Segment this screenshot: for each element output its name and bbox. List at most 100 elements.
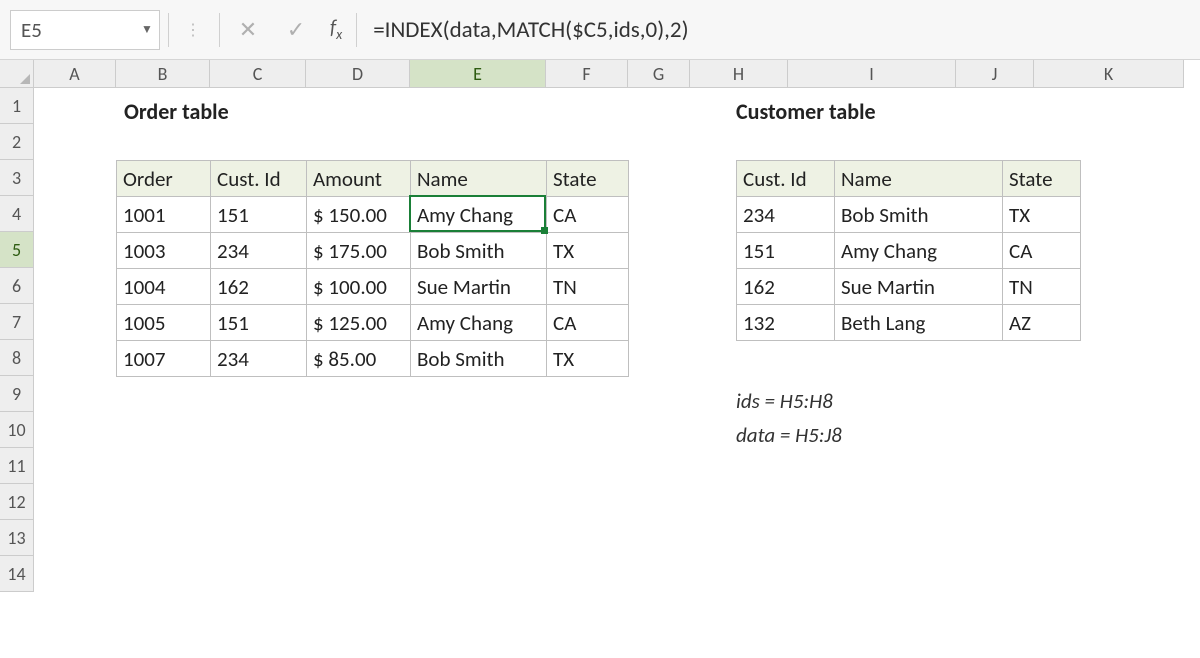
col-header-D[interactable]: D — [306, 60, 410, 88]
cust-header-name[interactable]: Name — [835, 161, 1003, 197]
cust-cell-custid[interactable]: 234 — [737, 197, 835, 233]
order-cell-custid[interactable]: 234 — [211, 341, 307, 377]
order-row[interactable]: 1007234$ 85.00Bob SmithTX — [117, 341, 629, 377]
order-cell-state[interactable]: CA — [547, 197, 629, 233]
note-data: data = H5:J8 — [736, 418, 842, 452]
note-ids: ids = H5:H8 — [736, 384, 842, 418]
divider — [356, 13, 357, 47]
col-header-H[interactable]: H — [690, 60, 788, 88]
customer-table: Cust. Id Name State 234Bob SmithTX151Amy… — [736, 160, 1081, 341]
order-cell-order[interactable]: 1001 — [117, 197, 211, 233]
order-cell-name[interactable]: Bob Smith — [411, 233, 547, 269]
row-header-10[interactable]: 10 — [0, 412, 34, 448]
expand-dots-icon[interactable]: ⋮ — [177, 20, 211, 40]
order-cell-order[interactable]: 1004 — [117, 269, 211, 305]
fx-icon[interactable]: fx — [324, 16, 348, 43]
order-cell-state[interactable]: CA — [547, 305, 629, 341]
col-header-B[interactable]: B — [116, 60, 210, 88]
col-header-A[interactable]: A — [34, 60, 116, 88]
name-box-value: E5 — [11, 17, 135, 43]
order-cell-amount[interactable]: $ 85.00 — [307, 341, 411, 377]
order-cell-amount[interactable]: $ 175.00 — [307, 233, 411, 269]
row-header-13[interactable]: 13 — [0, 520, 34, 556]
col-header-C[interactable]: C — [210, 60, 306, 88]
row-headers: 1234567891011121314 — [0, 88, 34, 658]
cust-row[interactable]: 162Sue MartinTN — [737, 269, 1081, 305]
order-row[interactable]: 1003234$ 175.00Bob SmithTX — [117, 233, 629, 269]
order-header-amount[interactable]: Amount — [307, 161, 411, 197]
enter-check-icon[interactable]: ✓ — [276, 16, 316, 43]
worksheet[interactable]: Order table Customer table Order Cust. I… — [34, 88, 1200, 630]
order-header-custid[interactable]: Cust. Id — [211, 161, 307, 197]
cust-header-state[interactable]: State — [1003, 161, 1081, 197]
col-header-K[interactable]: K — [1034, 60, 1184, 88]
order-cell-name[interactable]: Bob Smith — [411, 341, 547, 377]
row-header-6[interactable]: 6 — [0, 268, 34, 304]
row-header-2[interactable]: 2 — [0, 124, 34, 160]
name-box[interactable]: E5 ▼ — [10, 10, 160, 50]
order-cell-custid[interactable]: 151 — [211, 197, 307, 233]
order-header-name[interactable]: Name — [411, 161, 547, 197]
row-header-7[interactable]: 7 — [0, 304, 34, 340]
cust-row[interactable]: 151Amy ChangCA — [737, 233, 1081, 269]
row-header-5[interactable]: 5 — [0, 232, 34, 268]
order-cell-order[interactable]: 1007 — [117, 341, 211, 377]
col-header-G[interactable]: G — [628, 60, 690, 88]
order-cell-state[interactable]: TN — [547, 269, 629, 305]
order-cell-custid[interactable]: 234 — [211, 233, 307, 269]
order-cell-state[interactable]: TX — [547, 233, 629, 269]
order-cell-amount[interactable]: $ 150.00 — [307, 197, 411, 233]
order-cell-name[interactable]: Amy Chang — [411, 305, 547, 341]
cust-cell-custid[interactable]: 132 — [737, 305, 835, 341]
row-header-4[interactable]: 4 — [0, 196, 34, 232]
row-header-3[interactable]: 3 — [0, 160, 34, 196]
cust-cell-name[interactable]: Sue Martin — [835, 269, 1003, 305]
cust-row[interactable]: 132Beth LangAZ — [737, 305, 1081, 341]
select-all-corner[interactable] — [0, 60, 34, 88]
order-row[interactable]: 1001151$ 150.00Amy ChangCA — [117, 197, 629, 233]
order-row[interactable]: 1005151$ 125.00Amy ChangCA — [117, 305, 629, 341]
order-row[interactable]: 1004162$ 100.00Sue MartinTN — [117, 269, 629, 305]
formula-input[interactable]: =INDEX(data,MATCH($C5,ids,0),2) — [365, 16, 1190, 44]
cust-cell-custid[interactable]: 151 — [737, 233, 835, 269]
order-cell-custid[interactable]: 162 — [211, 269, 307, 305]
cust-cell-state[interactable]: TX — [1003, 197, 1081, 233]
order-cell-name[interactable]: Sue Martin — [411, 269, 547, 305]
order-table-title: Order table — [124, 98, 229, 125]
order-cell-amount[interactable]: $ 125.00 — [307, 305, 411, 341]
divider — [168, 13, 169, 47]
row-header-14[interactable]: 14 — [0, 556, 34, 592]
cust-cell-name[interactable]: Bob Smith — [835, 197, 1003, 233]
row-header-8[interactable]: 8 — [0, 340, 34, 376]
chevron-down-icon[interactable]: ▼ — [135, 22, 159, 37]
cancel-icon[interactable]: ✕ — [228, 16, 268, 43]
order-cell-state[interactable]: TX — [547, 341, 629, 377]
cust-cell-name[interactable]: Beth Lang — [835, 305, 1003, 341]
cust-header-custid[interactable]: Cust. Id — [737, 161, 835, 197]
col-header-J[interactable]: J — [956, 60, 1034, 88]
cust-row[interactable]: 234Bob SmithTX — [737, 197, 1081, 233]
customer-table-title: Customer table — [736, 98, 876, 125]
row-header-1[interactable]: 1 — [0, 88, 34, 124]
cust-cell-state[interactable]: CA — [1003, 233, 1081, 269]
order-cell-name[interactable]: Amy Chang — [411, 197, 547, 233]
formula-bar: E5 ▼ ⋮ ✕ ✓ fx =INDEX(data,MATCH($C5,ids,… — [0, 0, 1200, 60]
cust-cell-custid[interactable]: 162 — [737, 269, 835, 305]
order-cell-order[interactable]: 1005 — [117, 305, 211, 341]
col-header-E[interactable]: E — [410, 60, 546, 88]
order-cell-order[interactable]: 1003 — [117, 233, 211, 269]
row-header-9[interactable]: 9 — [0, 376, 34, 412]
column-headers: ABCDEFGHIJK — [34, 60, 1184, 88]
order-cell-amount[interactable]: $ 100.00 — [307, 269, 411, 305]
cust-cell-state[interactable]: TN — [1003, 269, 1081, 305]
order-header-state[interactable]: State — [547, 161, 629, 197]
col-header-I[interactable]: I — [788, 60, 956, 88]
cust-cell-state[interactable]: AZ — [1003, 305, 1081, 341]
order-table: Order Cust. Id Amount Name State 1001151… — [116, 160, 629, 377]
row-header-12[interactable]: 12 — [0, 484, 34, 520]
row-header-11[interactable]: 11 — [0, 448, 34, 484]
order-header-order[interactable]: Order — [117, 161, 211, 197]
order-cell-custid[interactable]: 151 — [211, 305, 307, 341]
col-header-F[interactable]: F — [546, 60, 628, 88]
cust-cell-name[interactable]: Amy Chang — [835, 233, 1003, 269]
